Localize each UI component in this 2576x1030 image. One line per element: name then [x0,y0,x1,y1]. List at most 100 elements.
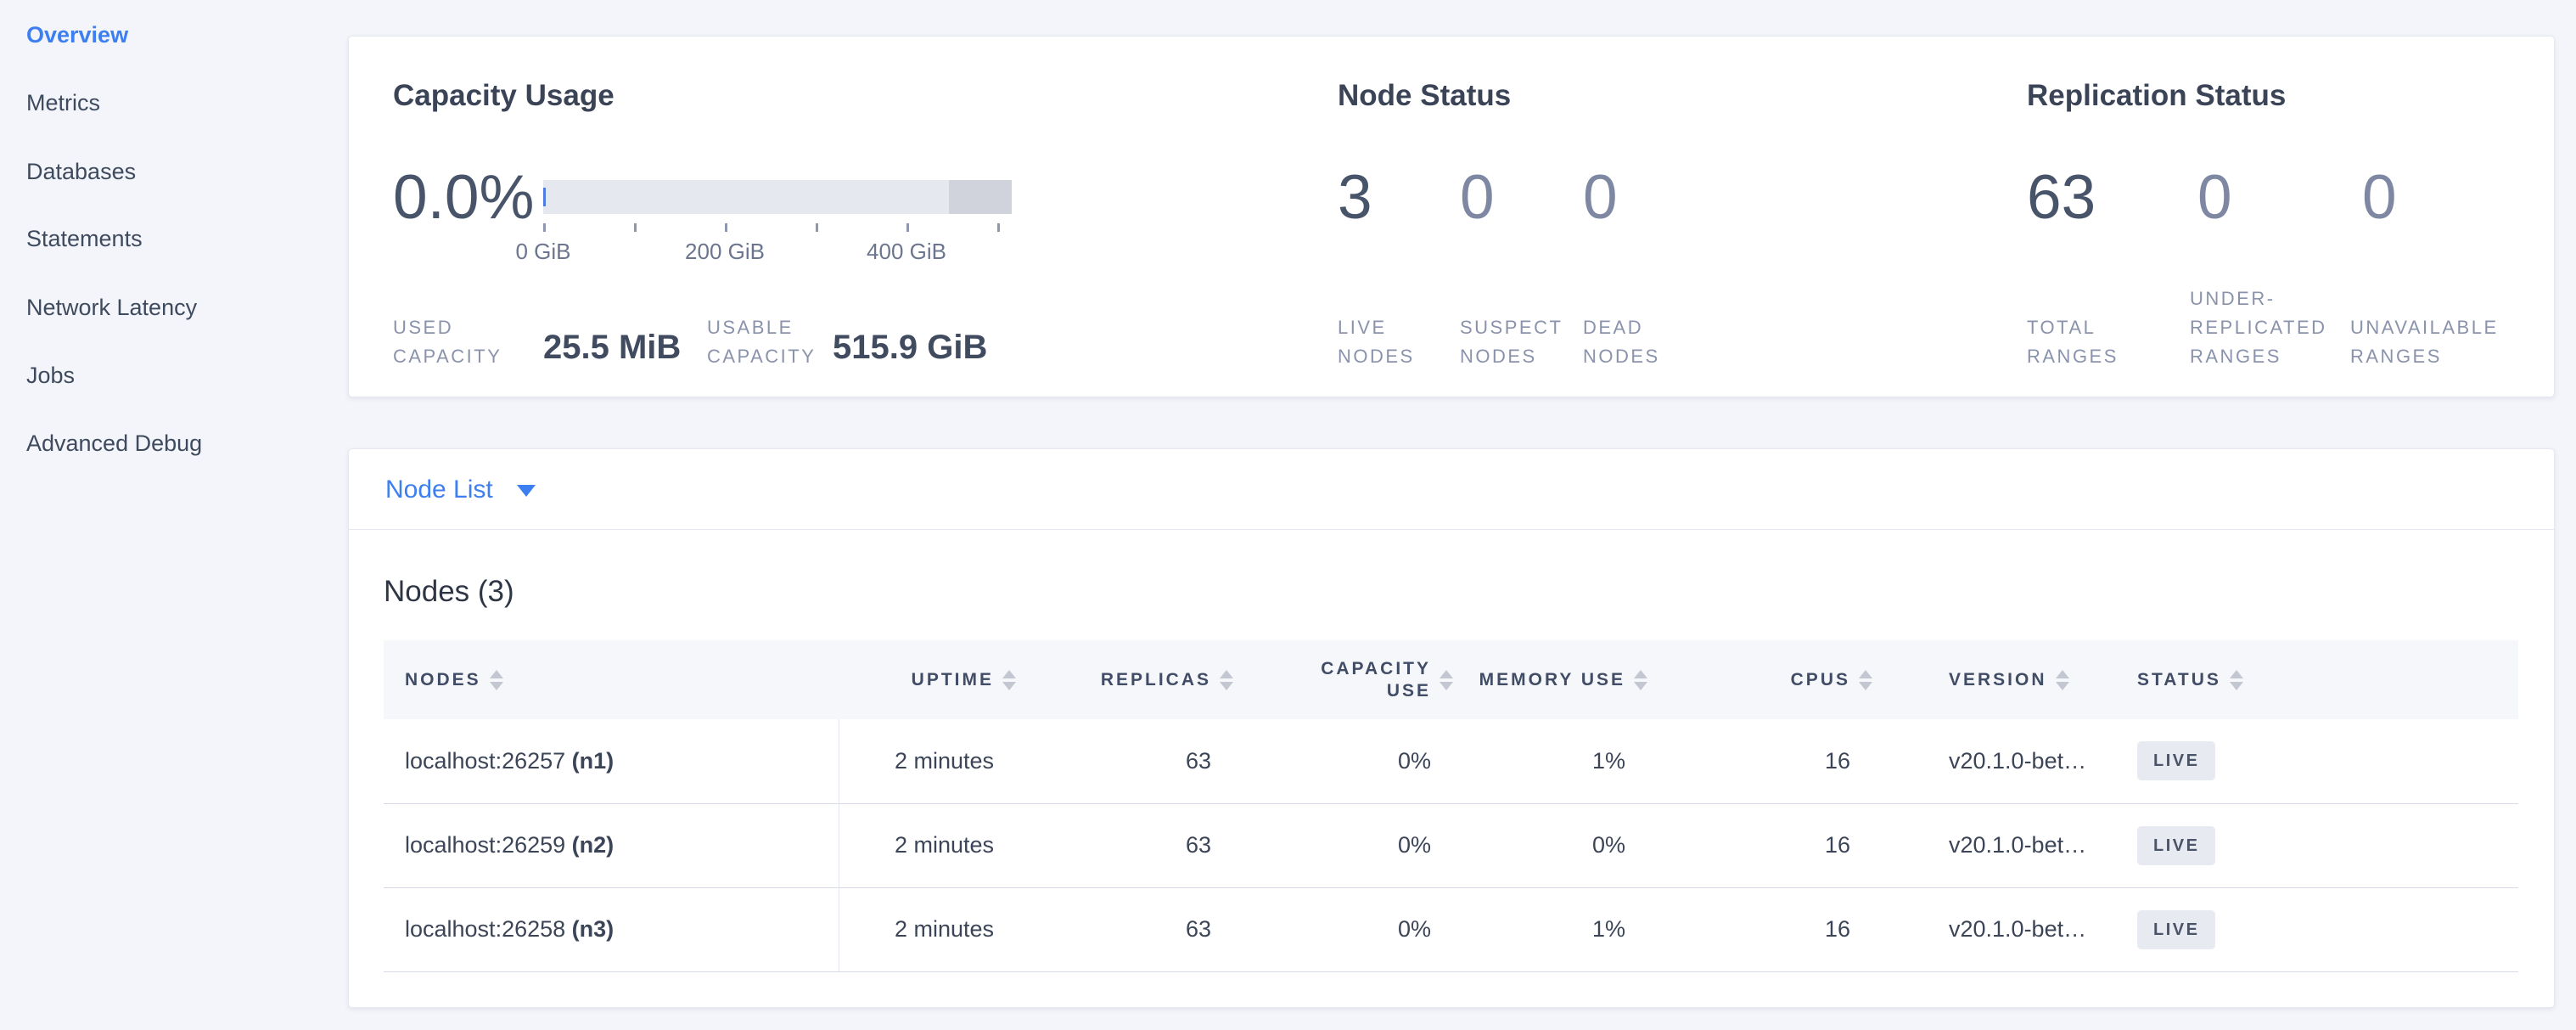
column-header-replicas-label: REPLICAS [1101,669,1211,691]
sort-icon[interactable] [490,670,503,690]
version-cell: v20.1.0-bet… [1876,719,2137,803]
sidebar-item-overview[interactable]: Overview [26,20,128,49]
replicas-cell: 63 [1019,887,1237,971]
sort-icon[interactable] [1440,670,1453,690]
memory-use-cell: 1% [1456,887,1651,971]
under-replicated-ranges-count: 0 [2197,164,2232,232]
unavailable-ranges-label-line2: RANGES [2350,342,2442,371]
node-address: localhost:26259 [405,832,565,858]
usable-capacity-value: 515.9 GiB [833,329,987,366]
live-nodes-count: 3 [1338,164,1372,232]
node-address-cell[interactable]: localhost:26258 (n3) [384,887,839,971]
axis-tick [725,223,727,232]
column-header-cpus[interactable]: CPUS [1651,640,1876,719]
usable-capacity-label-line2: CAPACITY [707,342,816,371]
column-header-memory-use[interactable]: MEMORY USE [1456,640,1651,719]
column-header-uptime-label: UPTIME [912,669,994,691]
node-list-toolbar: Node List [349,449,2554,530]
status-cell: LIVE [2137,887,2518,971]
column-header-capacity-label-line2: USE [1387,681,1431,701]
column-header-cpus-label: CPUS [1791,669,1850,691]
used-capacity-value: 25.5 MiB [543,329,681,366]
table-header-row: NODES UPTIME REPLICAS [384,640,2518,719]
nodes-table: NODES UPTIME REPLICAS [384,640,2518,972]
capacity-use-cell: 0% [1237,719,1456,803]
capacity-usage-title: Capacity Usage [393,77,615,115]
capacity-bar [543,180,1012,214]
node-id: (n2) [572,832,615,858]
chevron-down-icon [517,485,536,497]
suspect-nodes-label-line2: NODES [1460,342,1537,371]
unavailable-ranges-label-line1: UNAVAILABLE [2350,313,2499,342]
under-replicated-label-line3: RANGES [2190,342,2281,371]
cluster-overview-panel: Capacity Usage 0.0% 0 GiB 200 GiB 400 Gi… [348,36,2555,397]
under-replicated-label-line2: REPLICATED [2190,313,2327,342]
column-header-version[interactable]: VERSION [1876,640,2137,719]
capacity-bar-used-indicator [543,188,546,206]
dead-nodes-label-line1: DEAD [1583,313,1643,342]
sort-icon[interactable] [1220,670,1233,690]
usable-capacity-label-line1: USABLE [707,313,794,342]
total-ranges-label-line1: TOTAL [2027,313,2096,342]
sidebar-item-databases[interactable]: Databases [26,157,136,186]
dead-nodes-count: 0 [1583,164,1618,232]
node-list-panel: Node List Nodes (3) NODES UPTIME [348,448,2555,1008]
node-address-cell[interactable]: localhost:26257 (n1) [384,719,839,803]
column-header-capacity-use[interactable]: CAPACITY USE [1237,640,1456,719]
axis-tick [816,223,818,232]
column-header-capacity-label-line1: CAPACITY [1321,659,1431,678]
sidebar-item-jobs[interactable]: Jobs [26,361,75,390]
replication-status-title: Replication Status [2027,77,2286,115]
sidebar-item-advanced-debug[interactable]: Advanced Debug [26,429,202,458]
cpus-cell: 16 [1651,803,1876,887]
sidebar-item-network-latency[interactable]: Network Latency [26,293,197,322]
sort-icon[interactable] [1634,670,1647,690]
table-row[interactable]: localhost:26257 (n1) 2 minutes 63 0% 1% … [384,719,2518,803]
total-ranges-label-line2: RANGES [2027,342,2119,371]
node-address: localhost:26258 [405,916,565,942]
memory-use-cell: 1% [1456,719,1651,803]
sidebar-item-metrics[interactable]: Metrics [26,88,100,117]
table-row[interactable]: localhost:26258 (n3) 2 minutes 63 0% 1% … [384,887,2518,971]
status-badge: LIVE [2137,910,2215,949]
node-id: (n1) [572,748,615,774]
node-address-cell[interactable]: localhost:26259 (n2) [384,803,839,887]
node-address: localhost:26257 [405,748,565,774]
column-header-memory-label: MEMORY USE [1479,669,1625,691]
memory-use-cell: 0% [1456,803,1651,887]
axis-tick [997,223,1000,232]
capacity-used-percent: 0.0% [393,164,534,232]
column-header-version-label: VERSION [1949,669,2047,691]
used-capacity-label-line1: USED [393,313,453,342]
nodes-count-heading: Nodes (3) [384,573,514,611]
live-nodes-label-line2: NODES [1338,342,1415,371]
cpus-cell: 16 [1651,887,1876,971]
sort-icon[interactable] [1859,670,1872,690]
axis-tick [543,223,546,232]
column-header-status[interactable]: STATUS [2137,640,2518,719]
node-list-dropdown[interactable]: Node List [385,449,536,530]
table-row[interactable]: localhost:26259 (n2) 2 minutes 63 0% 0% … [384,803,2518,887]
axis-tick [906,223,909,232]
uptime-cell: 2 minutes [839,887,1019,971]
version-cell: v20.1.0-bet… [1876,803,2137,887]
sidebar-item-statements[interactable]: Statements [26,224,143,253]
column-header-nodes[interactable]: NODES [384,640,839,719]
column-header-replicas[interactable]: REPLICAS [1019,640,1237,719]
column-header-nodes-label: NODES [405,669,481,691]
sort-icon[interactable] [2230,670,2243,690]
used-capacity-label-line2: CAPACITY [393,342,502,371]
under-replicated-label-line1: UNDER- [2190,284,2276,313]
suspect-nodes-count: 0 [1460,164,1495,232]
sort-icon[interactable] [1002,670,1016,690]
column-header-uptime[interactable]: UPTIME [839,640,1019,719]
column-header-status-label: STATUS [2137,669,2221,691]
node-status-title: Node Status [1338,77,1511,115]
status-badge: LIVE [2137,826,2215,865]
suspect-nodes-label-line1: SUSPECT [1460,313,1563,342]
total-ranges-count: 63 [2027,164,2096,232]
capacity-bar-reserved-segment [949,180,1012,214]
sort-icon[interactable] [2056,670,2069,690]
node-id: (n3) [572,916,615,942]
status-cell: LIVE [2137,719,2518,803]
